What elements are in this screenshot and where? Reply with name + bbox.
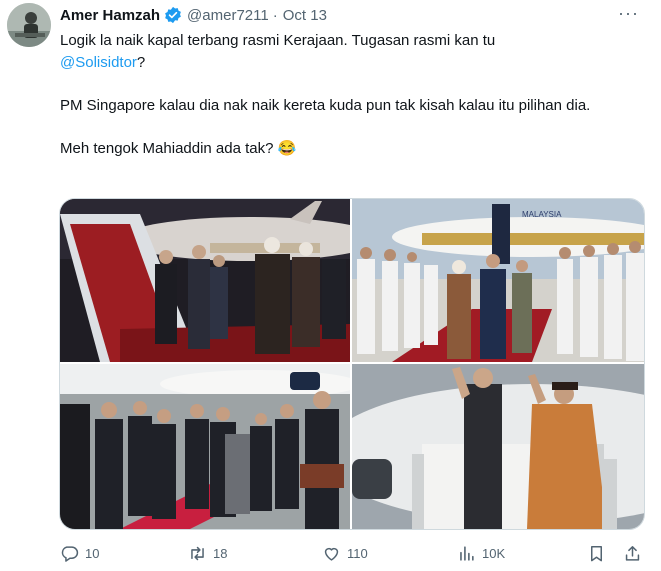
bookmark-icon bbox=[590, 545, 603, 561]
verified-badge-icon bbox=[164, 6, 182, 24]
tweet-date[interactable]: Oct 13 bbox=[283, 7, 327, 24]
views-count: 10K bbox=[482, 545, 506, 561]
media-grid: MALAYSIA bbox=[59, 198, 645, 530]
tweet-header: Amer Hamzah @amer7211 · Oct 13 bbox=[60, 4, 327, 26]
share-icon bbox=[625, 545, 640, 561]
reply-count: 10 bbox=[85, 545, 100, 561]
author-handle[interactable]: @amer7211 bbox=[187, 7, 269, 24]
paragraph-3: Meh tengok Mahiaddin ada tak? 😂 bbox=[60, 140, 297, 157]
tweet-text: Logik la naik kapal terbang rasmi Keraja… bbox=[60, 30, 650, 160]
reply-button[interactable]: 10 bbox=[60, 541, 99, 565]
aircraft-text: MALAYSIA bbox=[522, 210, 562, 219]
heart-icon bbox=[324, 547, 339, 561]
views-button[interactable]: 10K bbox=[457, 541, 505, 565]
retweet-icon bbox=[191, 546, 204, 560]
text-line-1: Logik la naik kapal terbang rasmi Keraja… bbox=[60, 32, 496, 49]
tweet[interactable]: Amer Hamzah @amer7211 · Oct 13 ··· Logik… bbox=[0, 0, 661, 571]
bookmark-button[interactable] bbox=[587, 541, 606, 565]
photo-2[interactable]: MALAYSIA bbox=[352, 199, 644, 362]
like-count: 110 bbox=[347, 545, 368, 561]
reply-icon bbox=[61, 545, 79, 562]
action-bar: 10 18 110 10K bbox=[60, 541, 650, 565]
avatar[interactable] bbox=[7, 3, 51, 47]
author-name[interactable]: Amer Hamzah bbox=[60, 7, 160, 24]
like-button[interactable]: 110 bbox=[322, 541, 368, 565]
views-chart-icon bbox=[460, 545, 474, 561]
paragraph-1: Logik la naik kapal terbang rasmi Keraja… bbox=[60, 30, 650, 74]
retweet-button[interactable]: 18 bbox=[188, 541, 227, 565]
share-button[interactable] bbox=[623, 541, 642, 565]
mention-link[interactable]: @Solisidtor bbox=[60, 54, 137, 71]
more-options-icon[interactable]: ··· bbox=[618, 3, 639, 24]
retweet-count: 18 bbox=[213, 545, 228, 561]
photo-4[interactable] bbox=[352, 364, 644, 529]
photo-1[interactable] bbox=[60, 199, 350, 362]
separator: · bbox=[272, 6, 278, 24]
text-after-mention: ? bbox=[136, 54, 146, 71]
photo-3[interactable] bbox=[60, 364, 350, 529]
paragraph-2: PM Singapore kalau dia nak naik kereta k… bbox=[60, 97, 591, 114]
